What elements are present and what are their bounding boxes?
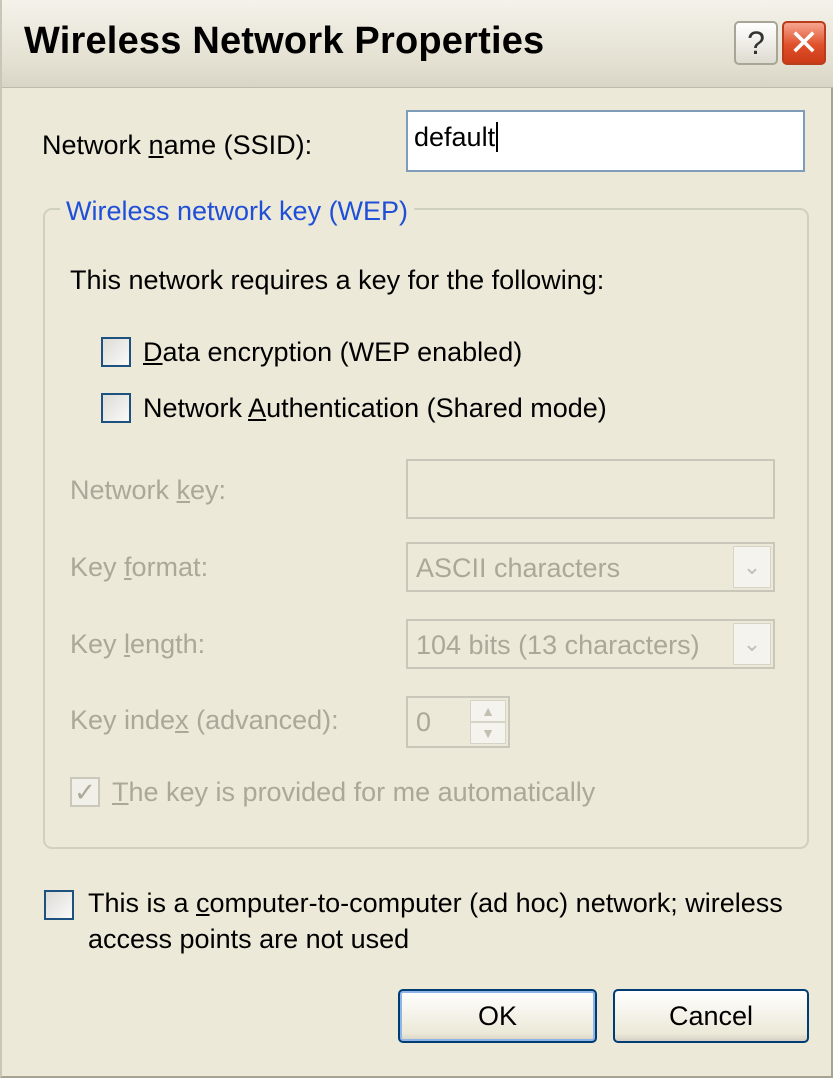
ssid-label: Network name (SSID): bbox=[42, 130, 313, 160]
ssid-value: default bbox=[414, 122, 496, 152]
title-bar[interactable]: Wireless Network Properties ? ✕ bbox=[2, 0, 833, 88]
data-encryption-checkbox[interactable] bbox=[101, 337, 131, 367]
triangle-down-icon[interactable]: ▼ bbox=[470, 722, 506, 744]
text-caret bbox=[496, 122, 499, 152]
key-index-label: Key index (advanced): bbox=[70, 705, 339, 735]
wep-intro-text: This network requires a key for the foll… bbox=[70, 265, 605, 295]
key-length-label: Key length: bbox=[70, 629, 206, 659]
key-format-label: Key format: bbox=[70, 552, 209, 582]
triangle-up-icon[interactable]: ▲ bbox=[470, 700, 506, 722]
chevron-down-icon[interactable]: ⌄ bbox=[733, 623, 771, 665]
question-mark-icon: ? bbox=[747, 24, 765, 61]
chevron-down-icon[interactable]: ⌄ bbox=[733, 546, 771, 588]
cancel-button[interactable]: Cancel bbox=[613, 989, 809, 1043]
wep-group-legend: Wireless network key (WEP) bbox=[60, 196, 415, 227]
data-encryption-label[interactable]: Data encryption (WEP enabled) bbox=[143, 337, 522, 368]
ok-button[interactable]: OK bbox=[398, 989, 597, 1043]
spin-buttons: ▲ ▼ bbox=[470, 700, 506, 744]
wep-groupbox bbox=[43, 208, 809, 849]
key-length-select[interactable]: 104 bits (13 characters) ⌄ bbox=[406, 619, 775, 669]
network-key-label: Network key: bbox=[70, 475, 227, 505]
key-index-value: 0 bbox=[416, 707, 432, 737]
window-title: Wireless Network Properties bbox=[24, 20, 545, 62]
adhoc-network-label[interactable]: This is a computer-to-computer (ad hoc) … bbox=[88, 885, 783, 957]
checkmark-icon: ✓ bbox=[74, 777, 96, 807]
ssid-input[interactable]: default bbox=[406, 110, 805, 172]
dialog-window: Wireless Network Properties ? ✕ Network … bbox=[0, 0, 833, 1078]
network-authentication-checkbox[interactable] bbox=[101, 393, 131, 423]
key-format-select[interactable]: ASCII characters ⌄ bbox=[406, 542, 775, 592]
auto-key-checkbox[interactable]: ✓ bbox=[70, 777, 100, 807]
auto-key-label[interactable]: The key is provided for me automatically bbox=[112, 777, 595, 808]
help-button[interactable]: ? bbox=[734, 21, 778, 65]
network-key-input[interactable] bbox=[406, 459, 775, 519]
adhoc-network-checkbox[interactable] bbox=[44, 890, 74, 920]
key-index-spinner[interactable]: 0 ▲ ▼ bbox=[406, 696, 510, 748]
close-button[interactable]: ✕ bbox=[782, 21, 826, 65]
close-icon: ✕ bbox=[788, 22, 820, 63]
key-format-value: ASCII characters bbox=[416, 553, 621, 583]
network-authentication-label[interactable]: Network Authentication (Shared mode) bbox=[143, 393, 607, 424]
key-length-value: 104 bits (13 characters) bbox=[416, 630, 700, 660]
